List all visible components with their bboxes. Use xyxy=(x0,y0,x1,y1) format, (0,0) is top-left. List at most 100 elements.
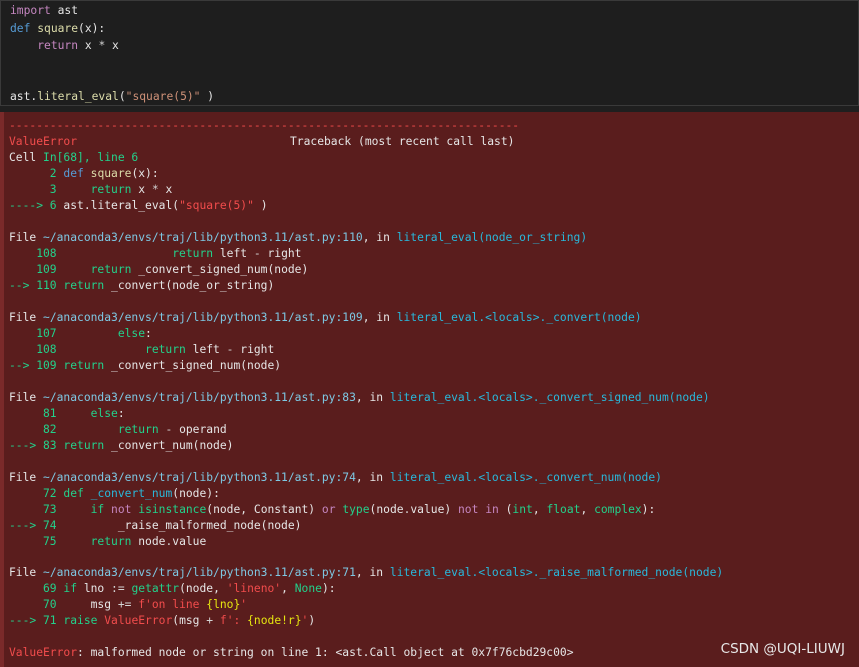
token: 108 xyxy=(9,343,57,356)
tb-line: 72 def _convert_num(node): xyxy=(9,486,220,502)
token: += xyxy=(117,598,132,611)
token: ( xyxy=(118,90,126,103)
token: right xyxy=(233,343,275,356)
token: (node, Constant) xyxy=(206,503,322,516)
token: return xyxy=(63,439,105,452)
code-cell[interactable]: import ast def square(x): return x * x a… xyxy=(0,0,859,106)
token: * xyxy=(151,183,159,196)
token: ) xyxy=(253,199,268,212)
token: , in xyxy=(355,391,390,404)
token: 72 xyxy=(9,487,57,500)
code-line-3: return x * x xyxy=(10,38,119,54)
token: , in xyxy=(362,231,397,244)
token: ) xyxy=(308,614,316,627)
token: if xyxy=(63,582,78,595)
token: else xyxy=(117,327,146,340)
token: getattr xyxy=(131,582,180,595)
token: (node) xyxy=(668,391,710,404)
token: return xyxy=(63,359,105,372)
tb-line: ----> 6 ast.literal_eval("square(5)" ) xyxy=(9,198,268,214)
token: _convert_num xyxy=(90,487,173,500)
file-path: ~/anaconda3/envs/traj/lib/python3.11/ast… xyxy=(43,566,356,579)
file-path: ~/anaconda3/envs/traj/lib/python3.11/ast… xyxy=(43,231,363,244)
token: ast xyxy=(63,199,84,212)
token: import xyxy=(10,4,51,17)
token: , xyxy=(580,503,595,516)
token: - xyxy=(253,247,261,260)
token: x xyxy=(131,183,152,196)
token: . xyxy=(83,199,91,212)
token: ---> 83 xyxy=(9,439,57,452)
token: , xyxy=(532,503,547,516)
tb-cell-line: Cell In[68], line 6 xyxy=(9,150,138,166)
token: ( xyxy=(498,503,513,516)
error-name: ValueError xyxy=(9,646,78,659)
token: "square(5)" xyxy=(125,90,201,103)
tb-header-line: ValueError Traceback (most recent call la… xyxy=(9,134,514,150)
token: (node): xyxy=(172,487,220,500)
token: lno xyxy=(77,582,112,595)
token: int xyxy=(512,503,533,516)
token: --> 109 xyxy=(9,359,57,372)
token: operand xyxy=(172,423,227,436)
tb-line: 108 return left - right xyxy=(9,246,301,262)
token: 3 xyxy=(9,183,91,196)
token: x xyxy=(105,39,119,52)
token: (msg xyxy=(172,614,207,627)
tb-file-line: File ~/anaconda3/envs/traj/lib/python3.1… xyxy=(9,565,723,581)
error-name: ValueError xyxy=(9,135,78,148)
tb-file-line: File ~/anaconda3/envs/traj/lib/python3.1… xyxy=(9,230,587,246)
token: File xyxy=(9,311,44,324)
token: 70 xyxy=(9,598,57,611)
token: def xyxy=(63,167,91,180)
token: ): xyxy=(321,582,336,595)
token: (node) xyxy=(682,566,724,579)
token: node xyxy=(131,535,166,548)
token: def xyxy=(10,22,31,35)
token: ast xyxy=(10,90,31,103)
token: 107 xyxy=(9,327,57,340)
token: 82 xyxy=(9,423,57,436)
token: return xyxy=(172,247,214,260)
token: else xyxy=(90,407,118,420)
token: --> 110 xyxy=(9,279,57,292)
token: File xyxy=(9,471,44,484)
token: x xyxy=(158,183,173,196)
func-name: literal_eval.<locals>._raise_malformed_n… xyxy=(389,566,683,579)
token: None xyxy=(294,582,322,595)
token: : xyxy=(145,327,152,340)
token: (node) xyxy=(600,311,642,324)
token: not xyxy=(111,503,132,516)
token: , in xyxy=(355,471,390,484)
token: ): xyxy=(641,503,656,516)
token: return xyxy=(117,423,159,436)
token: "square(5)" xyxy=(179,199,254,212)
token: return xyxy=(145,343,186,356)
token: left xyxy=(213,247,254,260)
tb-final-error: ValueError: malformed node or string on … xyxy=(9,645,574,661)
func-name: literal_eval.<locals>._convert xyxy=(396,311,601,324)
token: {lno} xyxy=(206,598,241,611)
token: (x): xyxy=(78,22,106,35)
token: literal_eval xyxy=(37,90,119,103)
token: _convert_num(node) xyxy=(104,439,234,452)
token: ---> 74 xyxy=(9,519,57,532)
token: ValueError xyxy=(104,614,173,627)
token: return xyxy=(37,39,79,52)
token: ' xyxy=(240,598,248,611)
tb-line: 69 if lno := getattr(node, 'lineno', Non… xyxy=(9,581,336,597)
tb-file-line: File ~/anaconda3/envs/traj/lib/python3.1… xyxy=(9,310,642,326)
token: 'lineno' xyxy=(226,582,282,595)
token: on line xyxy=(151,598,207,611)
token: Cell xyxy=(9,151,44,164)
cell-ref: In[68], line 6 xyxy=(43,151,139,164)
token: 109 xyxy=(9,263,57,276)
token: 2 xyxy=(9,167,64,180)
token: , xyxy=(281,582,295,595)
